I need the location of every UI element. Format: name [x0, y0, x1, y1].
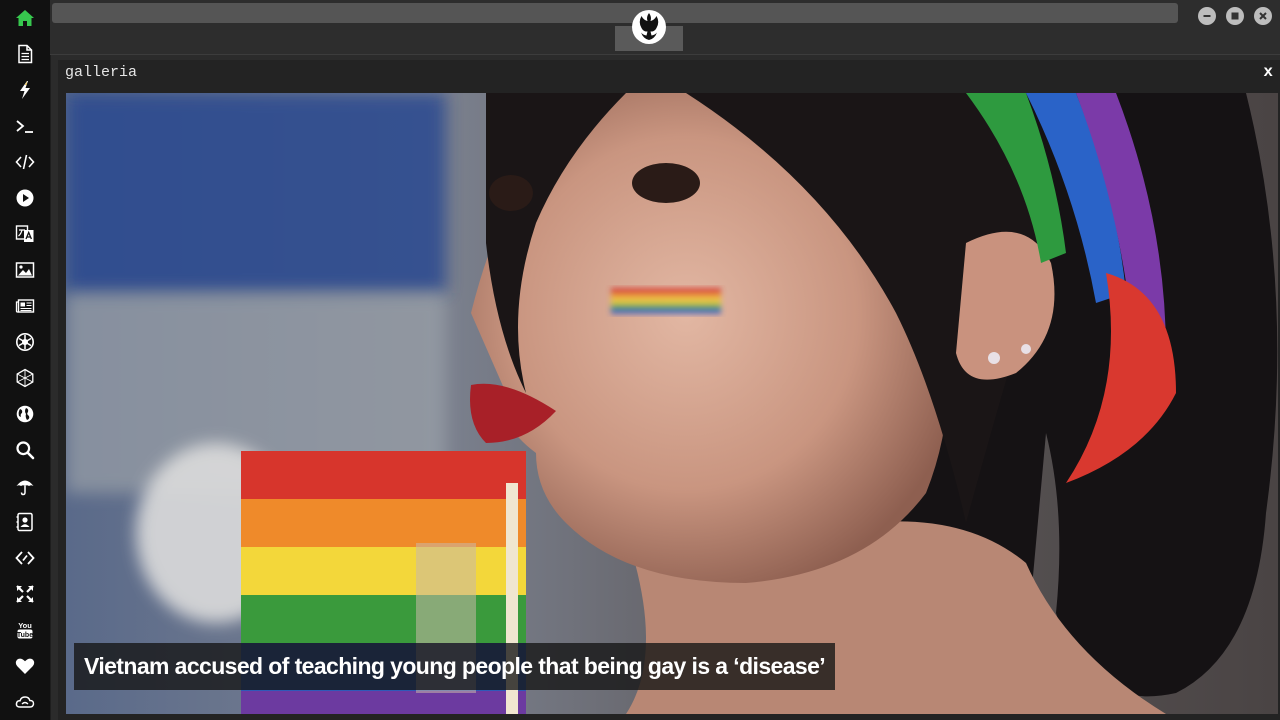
sidebar-item-lightning[interactable] — [0, 75, 50, 105]
document-icon — [18, 44, 33, 64]
youtube-icon: You Tube — [17, 621, 33, 639]
sidebar-item-terminal[interactable] — [0, 111, 50, 141]
sidebar-item-rebel[interactable] — [0, 327, 50, 357]
sidebar-item-youtube[interactable]: You Tube — [0, 615, 50, 645]
gallery-close-button[interactable]: x — [1263, 63, 1273, 81]
expand-icon — [16, 585, 34, 603]
lightning-icon — [20, 81, 30, 99]
sidebar-item-globe[interactable] — [0, 399, 50, 429]
heart-icon — [15, 658, 35, 674]
contact-icon — [16, 512, 33, 532]
globe-icon — [16, 405, 34, 423]
photo-caption: Vietnam accused of teaching young people… — [74, 643, 836, 690]
svg-text:You: You — [18, 621, 32, 630]
sidebar-item-document[interactable] — [0, 39, 50, 69]
rebel-alliance-icon — [632, 10, 666, 44]
minimize-icon — [1203, 15, 1211, 17]
gallery-window: galleria x Vietnam accused of teaching y… — [58, 60, 1280, 720]
sidebar-item-heart[interactable] — [0, 651, 50, 681]
sidebar-item-search[interactable] — [0, 435, 50, 465]
sidebar-item-home[interactable] — [0, 3, 50, 33]
sidebar-item-umbrella[interactable] — [0, 471, 50, 501]
sidebar-item-image[interactable] — [0, 255, 50, 285]
translate-icon — [15, 225, 34, 242]
home-icon — [16, 10, 34, 26]
sidebar: You Tube — [0, 0, 51, 720]
search-icon — [16, 441, 35, 460]
link-code-icon — [15, 551, 35, 565]
code-icon — [15, 154, 35, 170]
hexagon-icon — [16, 368, 34, 388]
close-icon — [1259, 12, 1267, 20]
sidebar-item-play[interactable] — [0, 183, 50, 213]
rebel-icon — [16, 333, 34, 351]
newspaper-icon — [15, 299, 35, 313]
sidebar-item-contact[interactable] — [0, 507, 50, 537]
gallery-title: galleria — [65, 64, 138, 81]
sidebar-item-code[interactable] — [0, 147, 50, 177]
close-window-button[interactable] — [1254, 7, 1272, 25]
sidebar-item-newspaper[interactable] — [0, 291, 50, 321]
svg-text:Tube: Tube — [17, 632, 33, 639]
play-icon — [16, 189, 34, 207]
umbrella-icon — [16, 480, 34, 496]
maximize-icon — [1231, 12, 1239, 20]
sidebar-item-expand[interactable] — [0, 579, 50, 609]
cloud-icon — [15, 696, 35, 708]
sidebar-item-translate[interactable] — [0, 219, 50, 249]
photo-illustration — [66, 93, 1278, 714]
top-bar — [50, 0, 1280, 55]
maximize-button[interactable] — [1226, 7, 1244, 25]
sidebar-item-hexagon[interactable] — [0, 363, 50, 393]
image-icon — [15, 262, 35, 278]
gallery-photo[interactable]: Vietnam accused of teaching young people… — [66, 93, 1278, 714]
address-bar[interactable] — [52, 3, 1178, 23]
sidebar-item-cloud[interactable] — [0, 687, 50, 717]
minimize-button[interactable] — [1198, 7, 1216, 25]
sidebar-item-link-code[interactable] — [0, 543, 50, 573]
terminal-icon — [16, 120, 33, 133]
